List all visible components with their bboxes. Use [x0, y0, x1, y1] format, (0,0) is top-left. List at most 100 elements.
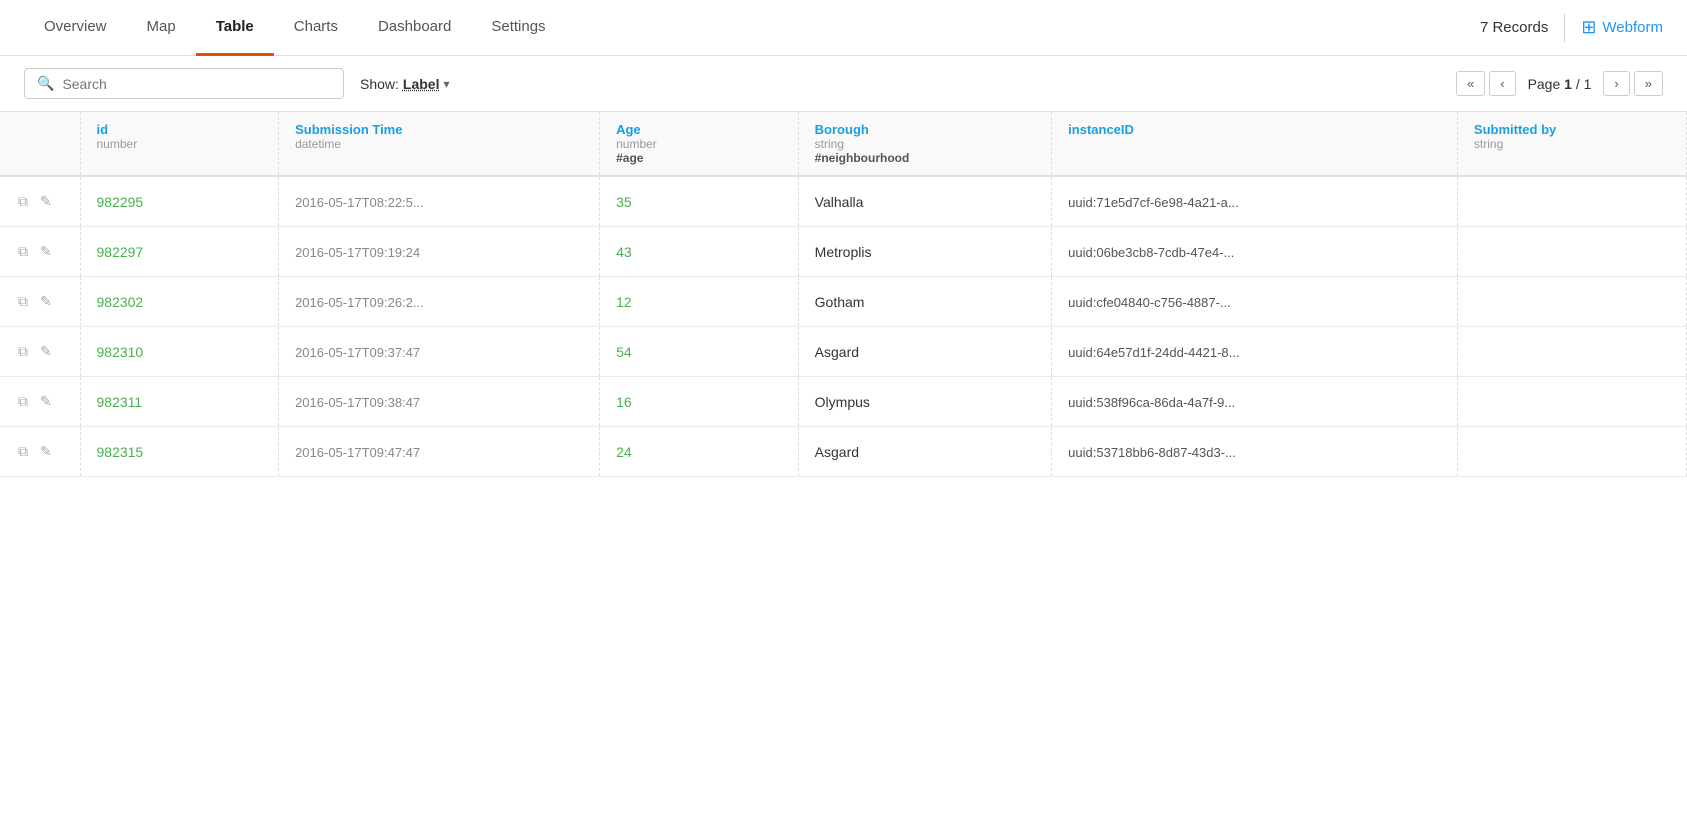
id-link[interactable]: 982295	[97, 194, 144, 210]
id-cell: 982310	[80, 327, 279, 377]
copy-row-button[interactable]: ⧉	[16, 191, 30, 212]
col-header-submission-time: Submission Time datetime	[279, 112, 600, 176]
instanceid-cell: uuid:538f96ca-86da-4a7f-9...	[1052, 377, 1458, 427]
submission-time-cell: 2016-05-17T08:22:5...	[279, 176, 600, 227]
id-link[interactable]: 982311	[97, 394, 143, 410]
instanceid-cell: uuid:53718bb6-8d87-43d3-...	[1052, 427, 1458, 477]
edit-row-button[interactable]: ✎	[38, 341, 54, 362]
borough-cell: Asgard	[798, 427, 1052, 477]
next-page-button[interactable]: ›	[1603, 71, 1629, 96]
submission-time-cell: 2016-05-17T09:26:2...	[279, 277, 600, 327]
tab-map[interactable]: Map	[127, 0, 196, 56]
search-input[interactable]	[62, 76, 331, 92]
last-page-button[interactable]: »	[1634, 71, 1663, 96]
col-header-age: Age number #age	[600, 112, 799, 176]
col-header-instanceid: instanceID	[1052, 112, 1458, 176]
page-info: Page 1 / 1	[1528, 76, 1592, 92]
chevron-down-icon[interactable]: ▾	[444, 77, 450, 91]
borough-value: Olympus	[815, 394, 870, 410]
webform-button[interactable]: ⊞ Webform	[1581, 17, 1663, 38]
age-value: 16	[616, 394, 632, 410]
id-link[interactable]: 982315	[97, 444, 144, 460]
age-value: 43	[616, 244, 632, 260]
submission-time-cell: 2016-05-17T09:47:47	[279, 427, 600, 477]
age-cell: 24	[600, 427, 799, 477]
row-actions-cell: ⧉ ✎	[0, 427, 80, 477]
table-row: ⧉ ✎ 982302 2016-05-17T09:26:2... 12 Goth…	[0, 277, 1687, 327]
show-value[interactable]: Label	[403, 76, 440, 92]
id-cell: 982295	[80, 176, 279, 227]
borough-cell: Gotham	[798, 277, 1052, 327]
col-header-id: id number	[80, 112, 279, 176]
table-header-row: id number Submission Time datetime Age n…	[0, 112, 1687, 176]
col-header-borough: Borough string #neighbourhood	[798, 112, 1052, 176]
age-value: 35	[616, 194, 632, 210]
edit-row-button[interactable]: ✎	[38, 291, 54, 312]
table-row: ⧉ ✎ 982311 2016-05-17T09:38:47 16 Olympu…	[0, 377, 1687, 427]
table-row: ⧉ ✎ 982310 2016-05-17T09:37:47 54 Asgard…	[0, 327, 1687, 377]
age-cell: 16	[600, 377, 799, 427]
submitted-by-cell	[1457, 176, 1686, 227]
borough-value: Asgard	[815, 344, 859, 360]
show-label-text: Show:	[360, 76, 399, 92]
age-value: 12	[616, 294, 632, 310]
total-pages: 1	[1584, 76, 1592, 92]
toolbar: 🔍 Show: Label ▾ « ‹ Page 1 / 1 › »	[0, 56, 1687, 112]
first-page-button[interactable]: «	[1456, 71, 1485, 96]
age-cell: 43	[600, 227, 799, 277]
copy-row-button[interactable]: ⧉	[16, 291, 30, 312]
submission-time-value: 2016-05-17T09:47:47	[295, 445, 420, 460]
copy-row-button[interactable]: ⧉	[16, 391, 30, 412]
borough-value: Valhalla	[815, 194, 864, 210]
current-page: 1	[1564, 76, 1572, 92]
submission-time-cell: 2016-05-17T09:19:24	[279, 227, 600, 277]
age-value: 54	[616, 344, 632, 360]
instanceid-value: uuid:53718bb6-8d87-43d3-...	[1068, 445, 1236, 460]
col-header-actions	[0, 112, 80, 176]
edit-row-button[interactable]: ✎	[38, 241, 54, 262]
prev-page-button[interactable]: ‹	[1489, 71, 1515, 96]
submitted-by-cell	[1457, 327, 1686, 377]
age-cell: 54	[600, 327, 799, 377]
instanceid-cell: uuid:71e5d7cf-6e98-4a21-a...	[1052, 176, 1458, 227]
borough-value: Asgard	[815, 444, 859, 460]
copy-row-button[interactable]: ⧉	[16, 441, 30, 462]
edit-row-button[interactable]: ✎	[38, 391, 54, 412]
borough-cell: Metroplis	[798, 227, 1052, 277]
borough-value: Metroplis	[815, 244, 872, 260]
instanceid-cell: uuid:64e57d1f-24dd-4421-8...	[1052, 327, 1458, 377]
edit-row-button[interactable]: ✎	[38, 191, 54, 212]
col-header-submitted-by: Submitted by string	[1457, 112, 1686, 176]
submitted-by-cell	[1457, 277, 1686, 327]
id-link[interactable]: 982310	[97, 344, 144, 360]
tab-table[interactable]: Table	[196, 0, 274, 56]
age-cell: 12	[600, 277, 799, 327]
submission-time-cell: 2016-05-17T09:37:47	[279, 327, 600, 377]
borough-value: Gotham	[815, 294, 865, 310]
submission-time-cell: 2016-05-17T09:38:47	[279, 377, 600, 427]
submission-time-value: 2016-05-17T09:26:2...	[295, 295, 424, 310]
row-actions-cell: ⧉ ✎	[0, 377, 80, 427]
tab-settings[interactable]: Settings	[471, 0, 565, 56]
borough-cell: Valhalla	[798, 176, 1052, 227]
webform-label: Webform	[1602, 19, 1663, 36]
nav-divider	[1564, 14, 1565, 42]
copy-row-button[interactable]: ⧉	[16, 241, 30, 262]
webform-icon: ⊞	[1581, 17, 1596, 38]
id-link[interactable]: 982302	[97, 294, 144, 310]
id-cell: 982315	[80, 427, 279, 477]
tab-charts[interactable]: Charts	[274, 0, 358, 56]
id-link[interactable]: 982297	[97, 244, 144, 260]
row-actions-cell: ⧉ ✎	[0, 176, 80, 227]
instanceid-value: uuid:cfe04840-c756-4887-...	[1068, 295, 1231, 310]
show-selector: Show: Label ▾	[360, 76, 450, 92]
search-icon: 🔍	[37, 75, 54, 92]
edit-row-button[interactable]: ✎	[38, 441, 54, 462]
submission-time-value: 2016-05-17T09:19:24	[295, 245, 420, 260]
age-value: 24	[616, 444, 632, 460]
copy-row-button[interactable]: ⧉	[16, 341, 30, 362]
instanceid-value: uuid:71e5d7cf-6e98-4a21-a...	[1068, 195, 1239, 210]
id-cell: 982302	[80, 277, 279, 327]
tab-dashboard[interactable]: Dashboard	[358, 0, 471, 56]
tab-overview[interactable]: Overview	[24, 0, 127, 56]
